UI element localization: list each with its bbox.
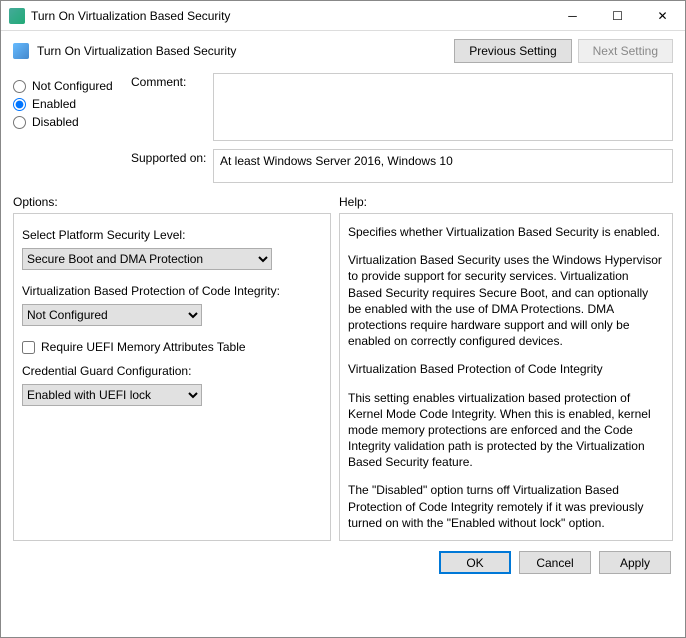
options-label: Options: (13, 195, 339, 209)
credential-guard-select[interactable]: Enabled with UEFI lock (22, 384, 202, 406)
policy-icon (13, 43, 29, 59)
radio-enabled[interactable]: Enabled (13, 97, 131, 111)
help-text: The "Disabled" option turns off Virtuali… (348, 482, 664, 531)
help-text: This setting enables virtualization base… (348, 390, 664, 471)
supported-row: Supported on: At least Windows Server 20… (1, 147, 685, 185)
radio-disabled[interactable]: Disabled (13, 115, 131, 129)
supported-text: At least Windows Server 2016, Windows 10 (213, 149, 673, 183)
vbpci-label: Virtualization Based Protection of Code … (22, 284, 322, 298)
config-row: Not Configured Enabled Disabled Comment: (1, 71, 685, 143)
cancel-button[interactable]: Cancel (519, 551, 591, 574)
close-button[interactable]: ✕ (640, 1, 685, 30)
previous-setting-button[interactable]: Previous Setting (454, 39, 571, 63)
supported-label: Supported on: (131, 149, 213, 183)
help-pane: Specifies whether Virtualization Based S… (339, 213, 673, 541)
section-labels: Options: Help: (1, 185, 685, 213)
uefi-checkbox[interactable]: Require UEFI Memory Attributes Table (22, 340, 322, 354)
header: Turn On Virtualization Based Security Pr… (1, 31, 685, 71)
platform-security-label: Select Platform Security Level: (22, 228, 322, 242)
title-bar: Turn On Virtualization Based Security ─ … (1, 1, 685, 31)
help-text: Virtualization Based Security uses the W… (348, 252, 664, 349)
radio-not-configured[interactable]: Not Configured (13, 79, 131, 93)
help-label: Help: (339, 195, 367, 209)
ok-button[interactable]: OK (439, 551, 511, 574)
footer: OK Cancel Apply (1, 541, 685, 584)
apply-button[interactable]: Apply (599, 551, 671, 574)
minimize-button[interactable]: ─ (550, 1, 595, 30)
policy-title: Turn On Virtualization Based Security (37, 44, 448, 58)
vbpci-select[interactable]: Not Configured (22, 304, 202, 326)
next-setting-button[interactable]: Next Setting (578, 39, 673, 63)
credential-guard-label: Credential Guard Configuration: (22, 364, 322, 378)
help-text: Specifies whether Virtualization Based S… (348, 224, 664, 240)
panes: Select Platform Security Level: Secure B… (1, 213, 685, 541)
comment-label: Comment: (131, 73, 213, 141)
window-title: Turn On Virtualization Based Security (31, 9, 550, 23)
maximize-button[interactable]: ☐ (595, 1, 640, 30)
comment-textarea[interactable] (213, 73, 673, 141)
options-pane: Select Platform Security Level: Secure B… (13, 213, 331, 541)
app-icon (9, 8, 25, 24)
help-text: Virtualization Based Protection of Code … (348, 361, 664, 377)
platform-security-select[interactable]: Secure Boot and DMA Protection (22, 248, 272, 270)
state-radios: Not Configured Enabled Disabled (13, 73, 131, 141)
